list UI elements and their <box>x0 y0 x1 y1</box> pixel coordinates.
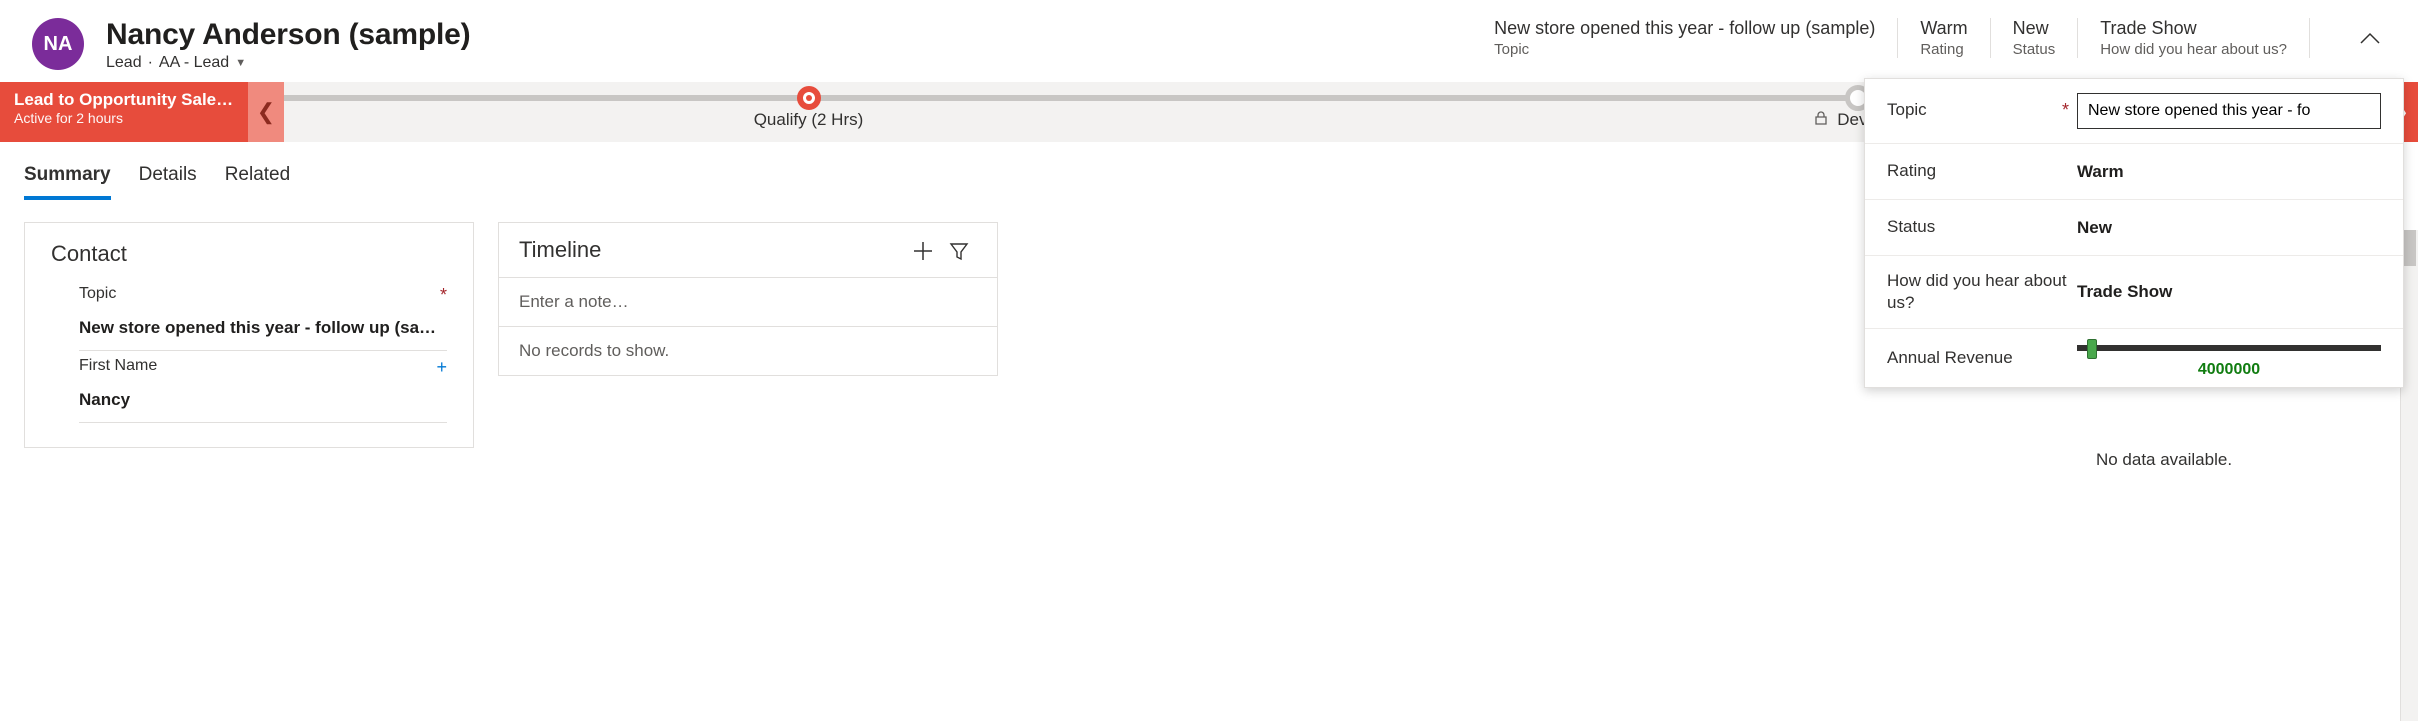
timeline-filter-button[interactable] <box>941 237 977 263</box>
flyout-row-topic: Topic* <box>1865 79 2403 144</box>
timeline-note-input[interactable]: Enter a note… <box>499 278 997 327</box>
timeline-add-button[interactable] <box>905 237 941 263</box>
field-first-name[interactable]: First Name + Nancy <box>79 357 447 423</box>
timeline-heading: Timeline <box>519 237 905 263</box>
chevron-up-icon <box>2360 32 2380 44</box>
record-title: Nancy Anderson (sample) <box>106 18 470 52</box>
header-field-topic[interactable]: New store opened this year - follow up (… <box>1494 18 1898 58</box>
flyout-topic-input[interactable] <box>2077 93 2381 129</box>
required-indicator: * <box>2062 99 2077 122</box>
entity-label: Lead <box>106 54 142 72</box>
right-column-empty: No data available. <box>1934 434 2394 474</box>
contact-heading: Contact <box>51 241 447 267</box>
slider-thumb[interactable] <box>2087 339 2097 359</box>
header-flyout-panel: Topic* Rating Warm Status New How did yo… <box>1864 78 2404 388</box>
required-indicator: * <box>440 285 447 306</box>
header-collapse-toggle[interactable] <box>2342 18 2398 56</box>
stage-qualify[interactable]: Qualify (2 Hrs) <box>284 82 1333 142</box>
record-header: NA Nancy Anderson (sample) Lead · AA - L… <box>0 0 2418 82</box>
contact-card: Contact Topic * New store opened this ye… <box>24 222 474 448</box>
record-subtitle[interactable]: Lead · AA - Lead ▼ <box>106 54 470 72</box>
flyout-row-status[interactable]: Status New <box>1865 200 2403 256</box>
header-field-status[interactable]: New Status <box>2013 18 2079 58</box>
tab-details[interactable]: Details <box>139 164 197 200</box>
scrollbar-thumb[interactable] <box>2403 230 2416 266</box>
plus-icon <box>913 241 933 261</box>
timeline-empty: No records to show. <box>499 327 997 375</box>
header-field-source[interactable]: Trade Show How did you hear about us? <box>2100 18 2310 58</box>
process-prev-button[interactable]: ❮ <box>248 82 284 142</box>
timeline-card: Timeline Enter a note… No records to sho… <box>498 222 998 376</box>
flyout-row-annual-revenue[interactable]: Annual Revenue 4000000 <box>1865 329 2403 387</box>
lock-icon <box>1815 112 1831 128</box>
tab-related[interactable]: Related <box>225 164 291 200</box>
avatar: NA <box>32 18 84 70</box>
field-topic[interactable]: Topic * New store opened this year - fol… <box>79 285 447 351</box>
flyout-row-rating[interactable]: Rating Warm <box>1865 144 2403 200</box>
chevron-down-icon: ▼ <box>235 57 246 69</box>
header-field-rating[interactable]: Warm Rating <box>1920 18 1990 58</box>
title-block: Nancy Anderson (sample) Lead · AA - Lead… <box>106 18 470 72</box>
flyout-row-source[interactable]: How did you hear about us? Trade Show <box>1865 256 2403 329</box>
tab-summary[interactable]: Summary <box>24 164 111 200</box>
stage-dot-current <box>797 86 821 110</box>
process-title[interactable]: Lead to Opportunity Sale… Active for 2 h… <box>0 82 248 142</box>
filter-icon <box>949 241 969 261</box>
annual-revenue-slider[interactable]: 4000000 <box>2077 343 2381 373</box>
form-selector-label: AA - Lead <box>159 54 229 72</box>
recommended-indicator: + <box>436 357 447 378</box>
